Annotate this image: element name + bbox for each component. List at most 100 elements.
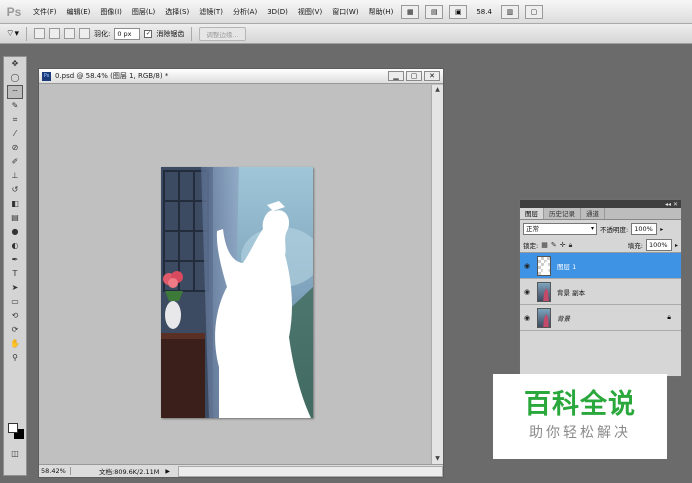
zoom-tool-icon[interactable]: ⚲ — [7, 351, 23, 365]
status-zoom-field[interactable]: 58.42% — [39, 467, 71, 475]
lock-all-icon[interactable]: 🔒︎ — [569, 241, 573, 250]
shape-tool-icon[interactable]: ▭ — [7, 295, 23, 309]
zoom-level[interactable]: 58.4 — [476, 8, 492, 16]
blur-tool-icon[interactable]: ● — [7, 225, 23, 239]
layers-panel-header[interactable]: ◂◂ ✕ — [520, 200, 681, 208]
crop-tool-icon[interactable]: ⌗ — [7, 113, 23, 127]
visibility-eye-icon[interactable]: ◉ — [520, 262, 534, 270]
opacity-slider-icon[interactable]: ▸ — [660, 226, 663, 233]
fill-input[interactable]: 100% — [645, 239, 672, 251]
status-menu-arrow-icon[interactable]: ▶ — [165, 468, 170, 475]
healing-brush-tool-icon[interactable]: ⊘ — [7, 141, 23, 155]
minimize-button[interactable]: ▁ — [388, 71, 404, 81]
move-tool-icon[interactable]: ✥ — [7, 57, 23, 71]
eyedropper-tool-icon[interactable]: ⁄ — [7, 127, 23, 141]
type-tool-icon[interactable]: T — [7, 267, 23, 281]
add-selection-icon[interactable] — [48, 28, 60, 39]
lasso-tool-icon[interactable]: ⌔ — [7, 85, 23, 99]
maximize-button[interactable]: ▢ — [406, 71, 422, 81]
opacity-label: 不透明度: — [600, 226, 629, 234]
menu-layer[interactable]: 图层(L) — [127, 0, 160, 24]
lock-pixels-icon[interactable]: ✎ — [551, 241, 557, 249]
menu-window[interactable]: 窗口(W) — [327, 0, 363, 24]
intersect-selection-icon[interactable] — [78, 28, 90, 39]
bridge-icon[interactable]: ▦ — [401, 4, 420, 19]
feather-input[interactable]: 0 px — [114, 27, 141, 40]
quick-mask-icon[interactable]: ◫ — [7, 447, 23, 461]
vertical-scrollbar[interactable]: ▲ ▼ — [431, 85, 443, 464]
fill-slider-icon[interactable]: ▸ — [675, 242, 678, 249]
watermark-subtitle: 助你轻松解决 — [529, 425, 631, 441]
layers-panel: ◂◂ ✕ 图层 历史记录 通道 正常 不透明度: 100% ▸ 锁定: ▦ ✎ … — [519, 199, 682, 377]
view-extras-icon[interactable]: ▣ — [449, 4, 468, 19]
clone-stamp-tool-icon[interactable]: ⊥ — [7, 169, 23, 183]
3d-orbit-tool-icon[interactable]: ⟳ — [7, 323, 23, 337]
pen-tool-icon[interactable]: ✒ — [7, 253, 23, 267]
menu-help[interactable]: 帮助(H) — [364, 0, 399, 24]
menu-filter[interactable]: 滤镜(T) — [194, 0, 228, 24]
screen-mode-icon[interactable]: ▢ — [524, 4, 543, 19]
menu-3d[interactable]: 3D(D) — [262, 0, 293, 24]
menu-file[interactable]: 文件(F) — [28, 0, 62, 24]
collapse-panel-icon[interactable]: ◂◂ ✕ — [665, 201, 678, 208]
watermark: 百科全说 助你轻松解决 — [493, 374, 667, 459]
close-button[interactable]: ✕ — [424, 71, 440, 81]
menu-bar: Ps 文件(F) 编辑(E) 图像(I) 图层(L) 选择(S) 滤镜(T) 分… — [0, 0, 692, 24]
lock-transparency-icon[interactable]: ▦ — [541, 241, 548, 249]
scroll-down-icon[interactable]: ▼ — [432, 454, 443, 464]
antialias-checkbox[interactable]: ✓ — [144, 29, 153, 38]
horizontal-scrollbar[interactable] — [177, 465, 443, 477]
fill-label: 填充: — [627, 242, 643, 250]
layer-row-layer1[interactable]: ◉ 图层 1 — [520, 253, 681, 279]
visibility-eye-icon[interactable]: ◉ — [520, 288, 534, 296]
3d-rotate-tool-icon[interactable]: ⟲ — [7, 309, 23, 323]
color-swatches[interactable] — [8, 423, 24, 439]
polygonal-lasso-preset-icon[interactable]: ⌔▾ — [6, 28, 19, 39]
refine-edge-button[interactable]: 调整边缘... — [199, 26, 246, 41]
canvas-area[interactable] — [39, 85, 432, 464]
menu-edit[interactable]: 编辑(E) — [62, 0, 96, 24]
tab-history[interactable]: 历史记录 — [544, 208, 581, 219]
layer-row-background-copy[interactable]: ◉ 背景 副本 — [520, 279, 681, 305]
status-doc-info: 文档:809.6K/2.11M — [99, 468, 160, 476]
layer-thumbnail — [537, 281, 551, 302]
menu-select[interactable]: 选择(S) — [160, 0, 194, 24]
lock-position-icon[interactable]: ✛ — [560, 241, 566, 249]
menu-view[interactable]: 视图(V) — [293, 0, 327, 24]
blend-row: 正常 不透明度: 100% ▸ — [520, 220, 681, 238]
menu-analysis[interactable]: 分析(A) — [228, 0, 262, 24]
foreground-color[interactable] — [8, 423, 18, 433]
document-ps-icon: Ps — [42, 71, 51, 81]
subtract-selection-icon[interactable] — [63, 28, 75, 39]
opacity-input[interactable]: 100% — [631, 223, 658, 235]
status-bar: 58.42% 文档:809.6K/2.11M ▶ — [39, 464, 443, 477]
document-image[interactable] — [161, 167, 313, 418]
hand-tool-icon[interactable]: ✋ — [7, 337, 23, 351]
scroll-up-icon[interactable]: ▲ — [432, 85, 443, 95]
dodge-tool-icon[interactable]: ◐ — [7, 239, 23, 253]
new-selection-icon[interactable] — [33, 28, 45, 39]
layer-name: 背景 副本 — [557, 288, 586, 297]
toolbox: ✥ ◯ ⌔ ✎ ⌗ ⁄ ⊘ ✐ ⊥ ↺ ◧ ▤ ● ◐ ✒ T ➤ ▭ ⟲ ⟳ … — [3, 56, 27, 476]
quick-select-tool-icon[interactable]: ✎ — [7, 99, 23, 113]
arrange-documents-icon[interactable]: ▥ — [500, 4, 519, 19]
document-title: 0.psd @ 58.4% (图层 1, RGB/8) * — [55, 72, 169, 80]
mini-bridge-icon[interactable]: ▤ — [425, 4, 444, 19]
blend-mode-select[interactable]: 正常 — [523, 223, 597, 235]
watermark-title: 百科全说 — [524, 389, 636, 420]
visibility-eye-icon[interactable]: ◉ — [520, 314, 534, 322]
path-select-tool-icon[interactable]: ➤ — [7, 281, 23, 295]
history-brush-tool-icon[interactable]: ↺ — [7, 183, 23, 197]
marquee-tool-icon[interactable]: ◯ — [7, 71, 23, 85]
menu-image[interactable]: 图像(I) — [95, 0, 127, 24]
layer-row-background[interactable]: ◉ 背景 🔒︎ — [520, 305, 681, 331]
gradient-tool-icon[interactable]: ▤ — [7, 211, 23, 225]
tab-channels[interactable]: 通道 — [581, 208, 605, 219]
layer-thumbnail — [537, 307, 551, 328]
tab-layers[interactable]: 图层 — [520, 208, 544, 219]
eraser-tool-icon[interactable]: ◧ — [7, 197, 23, 211]
brush-tool-icon[interactable]: ✐ — [7, 155, 23, 169]
feather-label: 羽化: — [93, 29, 111, 38]
document-image-artwork — [161, 167, 313, 418]
document-title-bar[interactable]: Ps 0.psd @ 58.4% (图层 1, RGB/8) * ▁ ▢ ✕ — [39, 69, 443, 84]
